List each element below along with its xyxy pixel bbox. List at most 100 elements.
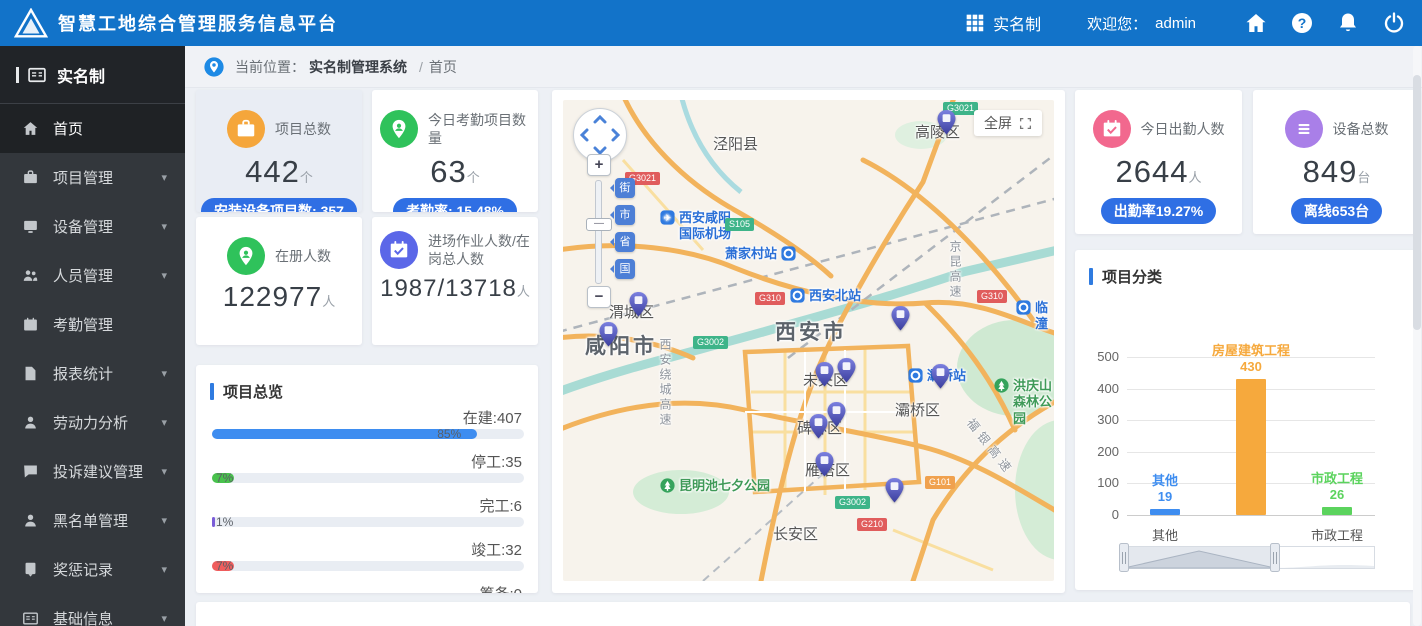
map-label-text: 洪庆山 森林公园 (1013, 378, 1053, 426)
map-label-text: 临潼 (1035, 300, 1049, 332)
status-badge: 出勤率19.27% (1100, 198, 1217, 224)
project-marker-pin-7[interactable] (827, 402, 846, 427)
map-zoom-in-button[interactable]: + (587, 154, 611, 176)
airport-icon: ✈ (659, 209, 676, 226)
progress-bar: 7% (212, 559, 524, 573)
location-pin-icon (203, 56, 225, 78)
map-label-text: 灞桥区 (895, 402, 941, 419)
project-marker-pin-4[interactable] (891, 306, 910, 331)
overview-row: 在建:407 85% (196, 399, 538, 443)
award-icon (22, 561, 39, 578)
map-label: 长安区 (773, 526, 818, 545)
dashboard-main: 项目总数 442个 安装设备项目数: 357 今日考勤项目数量 63个 考勤率:… (185, 88, 1422, 626)
sidebar-item-label: 人员管理 (53, 268, 114, 285)
home-icon (22, 120, 39, 137)
sidebar-item-labor-analysis[interactable]: 劳动力分析 ▾ (0, 398, 185, 447)
sidebar-item-device-mgmt[interactable]: 设备管理 ▾ (0, 202, 185, 251)
map-zoom-out-button[interactable]: − (587, 286, 611, 308)
map[interactable]: 泾阳县高陵区✈西安咸阳 国际机场萧家村站西安北站西安市渭城区咸阳市未央区碑林区灞… (563, 100, 1054, 581)
project-marker-pin-1[interactable] (937, 110, 956, 135)
chart-datazoom-slider[interactable] (1119, 542, 1381, 574)
metro-icon (1015, 299, 1032, 316)
svg-text:?: ? (1298, 15, 1307, 31)
sidebar-item-basic-info[interactable]: 基础信息 ▾ (0, 594, 185, 626)
y-axis-tick: 200 (1097, 443, 1119, 459)
map-zoom-level-tag[interactable]: 省 (610, 232, 635, 252)
bar-label: 其他 19 (1105, 473, 1225, 505)
sidebar-item-blacklist-mgmt[interactable]: 黑名单管理 ▾ (0, 496, 185, 545)
sidebar-item-home[interactable]: 首页 (0, 104, 185, 153)
card-unit: 人 (516, 284, 530, 299)
card-value: 63 (430, 154, 467, 189)
chart-bar-3[interactable] (1322, 506, 1352, 515)
map-label: 西安市 (775, 320, 847, 346)
project-marker-pin-2[interactable] (629, 292, 648, 317)
chevron-down-icon: ▾ (161, 466, 167, 478)
card-title: 今日考勤项目数量 (428, 112, 526, 146)
fullscreen-button[interactable]: 全屏 (974, 110, 1042, 136)
sidebar-item-label: 奖惩记录 (53, 562, 114, 579)
metro-icon (780, 245, 797, 262)
person-icon (22, 414, 39, 431)
project-marker-pin-5[interactable] (815, 362, 834, 387)
map-zoom-handle[interactable]: — (586, 218, 612, 231)
map-zoom-slider[interactable] (595, 180, 602, 284)
page-scrollbar (1413, 46, 1421, 626)
sidebar-item-label: 基础信息 (53, 611, 114, 626)
sidebar: 实名制 首页 项目管理 ▾ 设备管理 ▾ 人员管理 ▾ 考勤管理 报表统计 ▾ 劳动力分析 ▾ 投诉建议… (0, 46, 185, 626)
chart-bar-1[interactable] (1150, 508, 1180, 515)
project-marker-pin-6[interactable] (837, 358, 856, 383)
card-value: 122977 (222, 281, 323, 312)
chart-bar-2[interactable] (1236, 379, 1266, 515)
datazoom-left-handle[interactable] (1119, 543, 1129, 572)
chevron-down-icon: ▾ (161, 613, 167, 625)
road-badge: G101 (925, 476, 956, 489)
breadcrumb-separator: / (419, 58, 423, 75)
home-button[interactable] (1244, 11, 1268, 35)
briefcase-icon (22, 169, 39, 186)
project-marker-pin-3[interactable] (599, 322, 618, 347)
breadcrumb-current[interactable]: 首页 (429, 57, 457, 77)
project-marker-pin-9[interactable] (815, 452, 834, 477)
map-label: ✈ 西安咸阳 国际机场 (659, 210, 731, 243)
y-axis-tick: 300 (1097, 412, 1119, 428)
map-label: 西安绕城高速 (657, 338, 672, 428)
chevron-down-icon: ▾ (161, 270, 167, 282)
card-entry-onduty: 进场作业人数/在岗总人数 1987/13718人 (372, 217, 538, 345)
notification-bell-icon[interactable] (1336, 11, 1360, 35)
bar-series-name: 其他 (1151, 472, 1178, 488)
map-zoom-level-tag[interactable]: 街 (610, 178, 635, 198)
sidebar-item-project-mgmt[interactable]: 项目管理 ▾ (0, 153, 185, 202)
logout-power-icon[interactable] (1382, 11, 1406, 35)
datazoom-right-handle[interactable] (1270, 543, 1280, 572)
title-accent-bar (210, 383, 214, 400)
progress-percent: 7% (216, 471, 234, 485)
progress-percent: 1% (216, 515, 234, 529)
progress-percent: 85% (437, 427, 462, 441)
bar-label: 市政工程 26 (1277, 471, 1397, 503)
calendar-heart-icon (1092, 110, 1131, 148)
bar-value: 26 (1329, 486, 1345, 502)
sidebar-item-label: 黑名单管理 (53, 513, 129, 530)
bar-label: 房屋建筑工程 430 (1191, 343, 1311, 375)
app-switcher[interactable]: 实名制 (965, 11, 1041, 35)
sidebar-item-report-stats[interactable]: 报表统计 ▾ (0, 349, 185, 398)
username[interactable]: admin (1155, 15, 1196, 32)
help-button[interactable]: ? (1290, 11, 1314, 35)
title-accent-bar (1089, 268, 1093, 285)
card-title: 今日出勤人数 (1140, 121, 1225, 137)
sidebar-item-reward-records[interactable]: 奖惩记录 ▾ (0, 545, 185, 594)
sidebar-item-complaint-mgmt[interactable]: 投诉建议管理 ▾ (0, 447, 185, 496)
map-zoom-level-tag[interactable]: 国 (610, 259, 635, 279)
page-scrollbar-thumb[interactable] (1413, 75, 1421, 330)
project-marker-pin-10[interactable] (885, 478, 904, 503)
sidebar-item-personnel-mgmt[interactable]: 人员管理 ▾ (0, 251, 185, 300)
map-zoom-level-tag[interactable]: 市 (610, 205, 635, 225)
project-marker-pin-8[interactable] (809, 414, 828, 439)
map-label: 泾阳县 (713, 136, 758, 155)
road-badge: G210 (857, 518, 888, 531)
chevron-down-icon: ▾ (161, 368, 167, 380)
breadcrumb-system[interactable]: 实名制管理系统 (309, 57, 407, 77)
sidebar-item-attendance-mgmt[interactable]: 考勤管理 (0, 300, 185, 349)
project-marker-pin-11[interactable] (931, 364, 950, 389)
